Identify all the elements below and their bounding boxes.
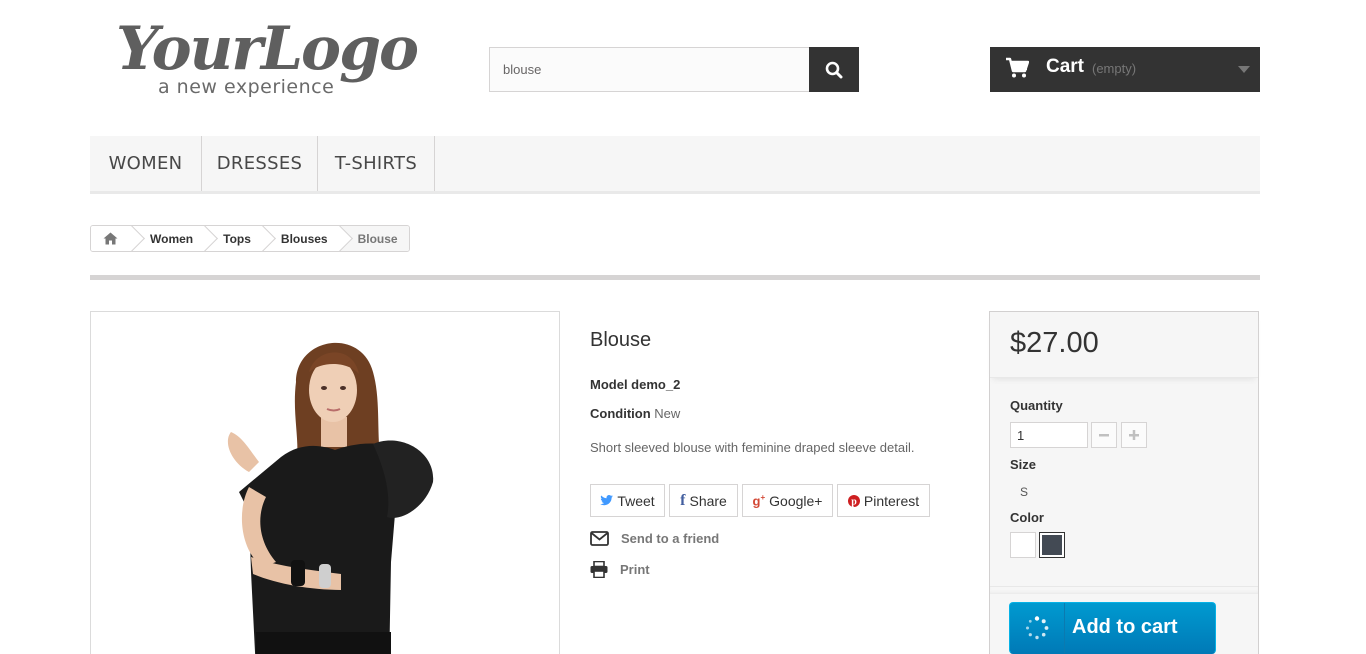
color-label: Color (1010, 510, 1044, 525)
logo-tagline: a new experience (158, 76, 335, 98)
cart-label: Cart (1046, 56, 1085, 77)
menu-item-dresses[interactable]: DRESSES (202, 136, 318, 191)
logo-script-text: YourLogo (116, 14, 419, 84)
add-to-cart-label: Add to cart (1072, 616, 1178, 638)
buy-box: $27.00 Quantity Size S Color (989, 311, 1259, 654)
minus-icon (1099, 434, 1109, 437)
condition-label: Condition (590, 406, 651, 421)
chevron-down-icon (1238, 66, 1250, 73)
swatch-fill (1013, 535, 1033, 555)
breadcrumb-home[interactable] (91, 226, 132, 251)
breadcrumb-label: Women (150, 231, 194, 246)
swatch-fill (1042, 535, 1062, 555)
search-button[interactable] (809, 47, 859, 92)
loading-spinner-icon (1010, 603, 1065, 653)
quantity-input[interactable] (1010, 422, 1088, 448)
size-select[interactable]: S (1020, 485, 1028, 499)
product-title: Blouse (590, 329, 652, 351)
site-logo[interactable]: YourLogo a new experience (116, 18, 419, 104)
color-swatch-black[interactable] (1039, 532, 1065, 558)
product-price: $27.00 (1010, 327, 1099, 359)
breadcrumb: Women Tops Blouses Blouse (90, 225, 410, 252)
pinterest-icon: p (847, 494, 860, 507)
menu-item-tshirts[interactable]: T-SHIRTS (318, 136, 435, 191)
quantity-decrease-button[interactable] (1091, 422, 1117, 448)
home-icon (103, 232, 118, 245)
plus-icon (1129, 430, 1139, 440)
twitter-icon (600, 495, 614, 506)
breadcrumb-label: Tops (223, 231, 251, 246)
facebook-share-button[interactable]: f Share (669, 484, 738, 517)
facebook-icon: f (680, 491, 686, 509)
breadcrumb-current-label: Blouse (357, 231, 398, 246)
breadcrumb-label: Blouses (280, 231, 328, 246)
envelope-icon (590, 531, 609, 546)
pinterest-button[interactable]: p Pinterest (837, 484, 930, 517)
price-area: $27.00 (990, 312, 1258, 378)
google-plus-icon: g+ (752, 492, 766, 509)
section-divider (90, 275, 1260, 280)
tweet-button[interactable]: Tweet (590, 484, 665, 517)
pinterest-label: Pinterest (863, 492, 920, 509)
send-to-friend-label: Send to a friend (621, 531, 720, 546)
svg-text:p: p (851, 496, 857, 507)
quantity-label: Quantity (1010, 398, 1063, 413)
search-bar (489, 47, 859, 92)
search-icon (825, 61, 843, 78)
menu-item-women[interactable]: WOMEN (90, 136, 202, 191)
print-label: Print (620, 562, 650, 577)
tweet-label: Tweet (617, 492, 655, 509)
cart-status: (empty) (1092, 61, 1137, 76)
size-label: Size (1010, 457, 1037, 472)
product-model: Model demo_2 (590, 377, 681, 392)
product-page: YourLogo a new experience Cart (empty) W… (0, 0, 1366, 654)
search-input[interactable] (489, 47, 810, 92)
add-to-cart-button[interactable]: Add to cart (1009, 602, 1216, 654)
product-condition: Condition New (590, 406, 680, 421)
shopping-cart-icon (1006, 57, 1029, 78)
google-plus-button[interactable]: g+ Google+ (742, 484, 833, 517)
product-description: Short sleeved blouse with feminine drape… (590, 440, 915, 455)
cart-dropdown[interactable]: Cart (empty) (990, 47, 1260, 92)
quantity-increase-button[interactable] (1121, 422, 1147, 448)
google-plus-label: Google+ (769, 492, 823, 509)
color-swatch-white[interactable] (1010, 532, 1036, 558)
printer-icon (590, 561, 608, 578)
main-menu: WOMEN DRESSES T-SHIRTS (90, 136, 1260, 194)
product-photo (91, 312, 559, 654)
print-link[interactable]: Print (590, 561, 650, 578)
buy-box-divider (990, 586, 1258, 594)
condition-value: New (654, 406, 681, 421)
share-label: Share (689, 492, 727, 509)
send-to-friend-link[interactable]: Send to a friend (590, 531, 719, 546)
product-image[interactable] (90, 311, 560, 654)
